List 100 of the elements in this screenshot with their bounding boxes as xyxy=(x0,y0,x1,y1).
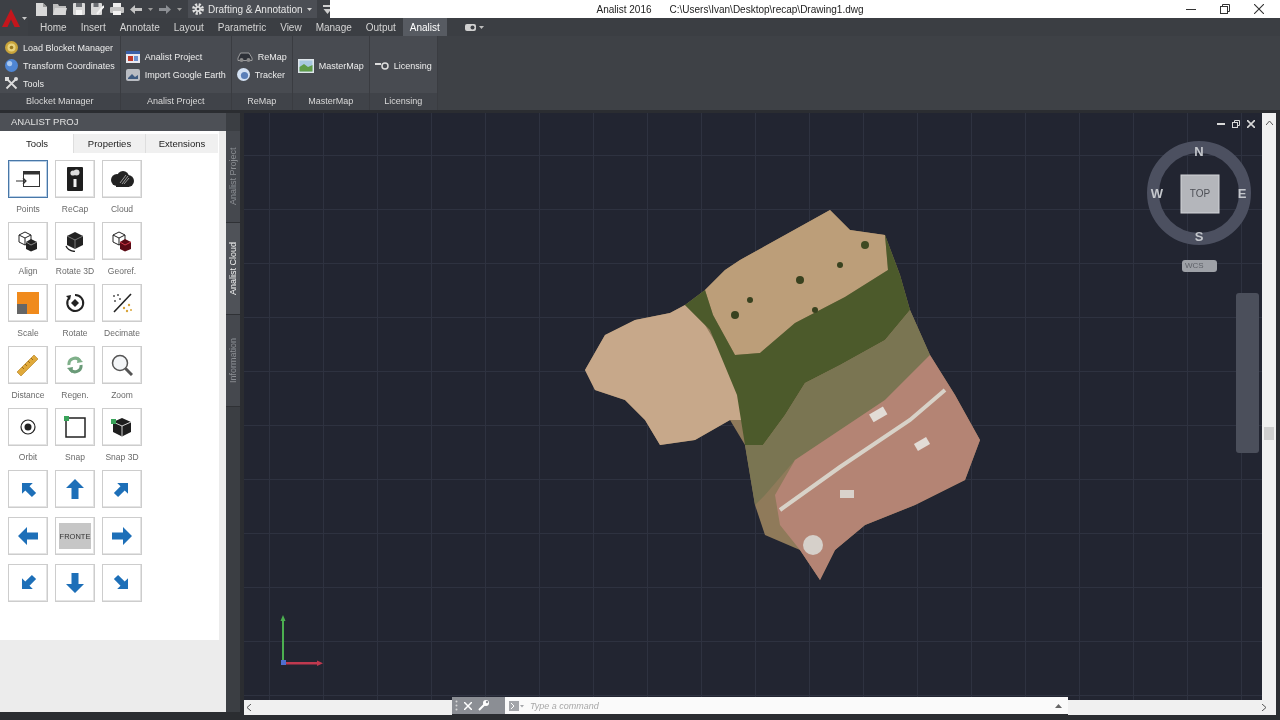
tool-button[interactable] xyxy=(8,160,48,198)
landscape-icon xyxy=(297,58,314,73)
ribbon-button[interactable]: ReMap xyxy=(236,47,287,66)
app-logo-icon xyxy=(1,9,20,27)
caret-icon[interactable] xyxy=(148,7,153,11)
side-tab[interactable]: Analist Cloud xyxy=(226,223,240,315)
compass-label[interactable]: N xyxy=(1194,144,1204,159)
cube-icon xyxy=(111,416,133,438)
compass-label[interactable]: E xyxy=(1237,186,1247,201)
square-corner-icon xyxy=(64,416,86,438)
page-icon[interactable] xyxy=(36,2,47,16)
ribbon-button[interactable]: Import Google Earth xyxy=(125,65,226,84)
ribbon-tab[interactable]: Layout xyxy=(166,18,211,36)
caret-icon[interactable] xyxy=(177,7,182,11)
tool-label: Rotate 3D xyxy=(55,265,95,278)
ribbon-button[interactable]: Licensing xyxy=(374,56,432,75)
toggle-icon[interactable] xyxy=(464,23,476,31)
panel-title: Licensing xyxy=(369,93,437,110)
close-icon[interactable] xyxy=(1254,4,1264,14)
tool-label: Snap 3D xyxy=(105,451,139,464)
ribbon-button[interactable]: Tracker xyxy=(236,65,287,84)
caret-up-icon[interactable] xyxy=(1265,121,1273,125)
sphere-icon xyxy=(5,59,18,72)
tool-label: ReCap xyxy=(61,203,89,216)
redo-icon[interactable] xyxy=(159,4,171,14)
palette-tab[interactable]: Properties xyxy=(73,134,145,153)
arrow-up-icon xyxy=(64,478,86,500)
cloud-tile-icon xyxy=(67,167,83,191)
ribbon-button[interactable]: MasterMap xyxy=(297,56,364,75)
view-direction-button[interactable] xyxy=(102,517,142,555)
ribbon-button[interactable]: Load Blocket Manager xyxy=(5,38,115,57)
tool-label: Scale xyxy=(17,327,39,340)
caret-up-icon[interactable] xyxy=(1055,703,1062,708)
grip-icon xyxy=(455,700,458,711)
view-direction-button[interactable] xyxy=(8,564,48,602)
scroll-thumb[interactable] xyxy=(1264,427,1274,440)
tool-label: Cloud xyxy=(110,203,134,216)
workspace-dropdown[interactable]: Drafting & Annotation xyxy=(188,0,317,18)
sphere-icon xyxy=(236,68,250,81)
tool-label: Points xyxy=(16,203,40,216)
restore-icon[interactable] xyxy=(1220,4,1230,14)
window-icon xyxy=(125,50,140,63)
tool-label: Align xyxy=(18,265,38,278)
undo-icon[interactable] xyxy=(130,4,142,14)
window-arrow-icon xyxy=(16,171,40,187)
ribbon-tab[interactable]: Home xyxy=(33,18,74,36)
picture-icon xyxy=(125,68,140,81)
view-direction-button[interactable] xyxy=(102,564,142,602)
caret-icon[interactable] xyxy=(306,7,312,11)
ribbon-button[interactable]: Analist Project xyxy=(125,47,226,66)
key-icon xyxy=(374,61,389,70)
command-field[interactable]: Type a command xyxy=(505,697,1068,714)
tools-icon xyxy=(5,77,18,90)
view-direction-button[interactable] xyxy=(8,517,48,555)
ucs-axes-icon xyxy=(279,615,323,667)
view-direction-button[interactable] xyxy=(8,470,48,508)
ribbon-tab[interactable]: Output xyxy=(358,18,403,36)
view-direction-button[interactable] xyxy=(55,564,95,602)
folder-icon[interactable] xyxy=(53,3,67,15)
cloud-icon xyxy=(110,171,134,187)
compass-label[interactable]: S xyxy=(1194,229,1204,244)
disk-pen-icon[interactable] xyxy=(91,3,104,15)
ribbon-tab[interactable]: View xyxy=(273,18,309,36)
ribbon-tab[interactable]: Annotate xyxy=(112,18,167,36)
minimize-icon[interactable] xyxy=(1186,8,1196,10)
tool-label: Regen. xyxy=(61,389,89,402)
wrench-icon[interactable] xyxy=(478,700,489,711)
ribbon-tab[interactable]: Parametric xyxy=(210,18,274,36)
compass-label[interactable]: W xyxy=(1150,186,1164,201)
restore-icon[interactable] xyxy=(1232,120,1240,128)
caret-right-icon[interactable] xyxy=(1262,704,1266,711)
command-input[interactable]: Type a command xyxy=(530,698,1049,713)
ribbon-button[interactable]: Tools xyxy=(5,74,115,93)
ribbon-tab[interactable]: Manage xyxy=(308,18,359,36)
tool-label: Orbit xyxy=(18,451,38,464)
caret-left-icon[interactable] xyxy=(247,704,251,711)
target-icon xyxy=(20,419,36,435)
ribbon-tab[interactable]: Analist xyxy=(402,18,447,36)
ribbon-tab[interactable]: Insert xyxy=(73,18,113,36)
panel-title: MasterMap xyxy=(292,93,369,110)
horizontal-scrollbar[interactable] xyxy=(1068,700,1276,715)
app-title: Analist 2016 xyxy=(596,3,652,15)
caret-icon[interactable] xyxy=(478,25,484,29)
arrow-left-icon xyxy=(17,525,39,547)
palette-tab[interactable]: Extensions xyxy=(145,134,218,153)
caret-icon[interactable] xyxy=(21,16,27,20)
tool-label: Zoom xyxy=(111,389,133,402)
ribbon-button[interactable]: Transform Coordinates xyxy=(5,56,115,75)
compass-ring[interactable] xyxy=(1147,141,1251,245)
viewcube-top-face[interactable]: TOP xyxy=(1180,174,1220,214)
horizontal-scrollbar[interactable] xyxy=(244,700,452,715)
printer-icon[interactable] xyxy=(110,3,124,15)
vehicle-icon xyxy=(236,51,253,62)
vertical-scrollbar[interactable] xyxy=(1262,113,1276,700)
view-direction-button[interactable] xyxy=(55,470,95,508)
tool-label: Snap xyxy=(65,451,85,464)
drawing-canvas[interactable]: N W TOP E S WCS xyxy=(244,113,1262,700)
view-direction-button[interactable] xyxy=(102,470,142,508)
panel-title: Analist Project xyxy=(120,93,231,110)
ruler-icon xyxy=(17,354,39,376)
